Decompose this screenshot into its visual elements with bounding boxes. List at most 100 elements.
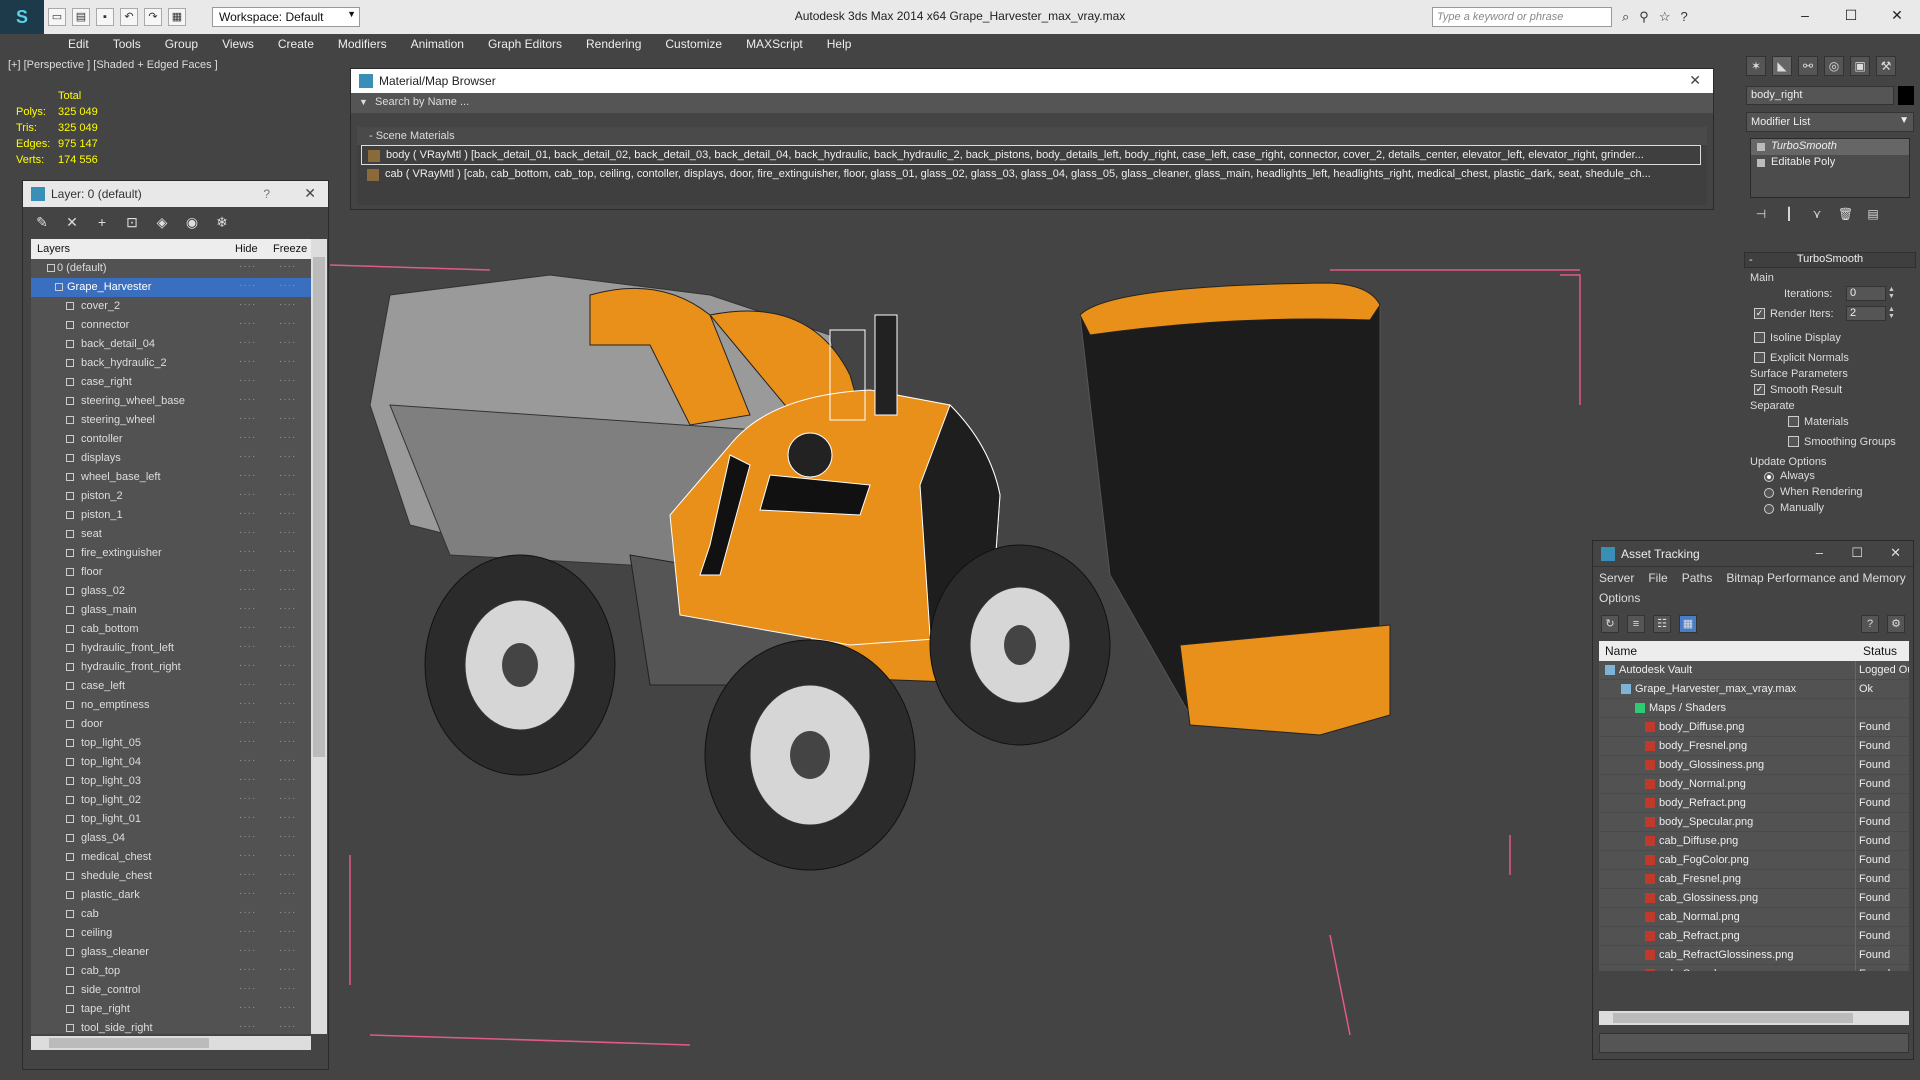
col-layers[interactable]: Layers [37,243,70,255]
hide-toggle[interactable]: ···· [239,470,256,481]
freeze-toggle[interactable]: ···· [279,926,296,937]
layer-row[interactable]: shedule_chest ···· ···· [31,867,311,886]
layer-row[interactable]: hydraulic_front_left ···· ···· [31,639,311,658]
freeze-toggle[interactable]: ···· [279,869,296,880]
layer-row[interactable]: glass_04 ···· ···· [31,829,311,848]
hide-toggle[interactable]: ···· [239,717,256,728]
remove-modifier-icon[interactable]: 🗑 [1838,207,1853,221]
freeze-toggle[interactable]: ···· [279,1021,296,1032]
freeze-toggle[interactable]: ···· [279,603,296,614]
freeze-toggle[interactable]: ···· [279,584,296,595]
when-rendering-radio[interactable] [1764,488,1774,498]
table-view-icon[interactable]: ▦ [1679,615,1697,633]
freeze-toggle[interactable]: ···· [279,394,296,405]
menu-create[interactable]: Create [266,34,326,56]
hide-toggle[interactable]: ···· [239,432,256,443]
object-color-swatch[interactable] [1898,86,1914,105]
layer-row[interactable]: hydraulic_front_right ···· ···· [31,658,311,677]
layer-scrollbar[interactable] [311,239,327,1034]
close-icon[interactable]: ✕ [1874,0,1920,30]
menu-customize[interactable]: Customize [653,34,734,56]
layer-row[interactable]: glass_cleaner ···· ···· [31,943,311,962]
layer-row[interactable]: piston_2 ···· ···· [31,487,311,506]
app-logo-icon[interactable]: S [0,0,44,34]
col-hide[interactable]: Hide [235,243,258,255]
close-icon[interactable]: ✕ [1689,72,1701,89]
always-radio[interactable] [1764,472,1774,482]
freeze-toggle[interactable]: ···· [279,698,296,709]
freeze-toggle[interactable]: ···· [279,318,296,329]
hide-toggle[interactable]: ···· [239,755,256,766]
asset-hscrollbar[interactable] [1599,1011,1909,1025]
layer-row[interactable]: side_control ···· ···· [31,981,311,1000]
layer-row[interactable]: top_light_04 ···· ···· [31,753,311,772]
hide-toggle[interactable]: ···· [239,736,256,747]
menu-views[interactable]: Views [210,34,266,56]
asset-row[interactable]: body_Refract.png Found [1599,794,1909,813]
hide-toggle[interactable]: ···· [239,299,256,310]
spinner-arrows-icon[interactable]: ▲ ▼ [1888,306,1895,320]
hide-toggle[interactable]: ···· [239,660,256,671]
material-search-input[interactable]: ▼ Search by Name ... [351,93,1713,113]
layer-row[interactable]: tape_right ···· ···· [31,1000,311,1019]
maximize-icon[interactable]: ☐ [1828,0,1874,30]
object-name-field[interactable]: body_right [1746,86,1894,105]
layer-row[interactable]: no_emptiness ···· ···· [31,696,311,715]
menu-rendering[interactable]: Rendering [574,34,653,56]
layer-row[interactable]: back_hydraulic_2 ···· ···· [31,354,311,373]
asset-row[interactable]: cab_Fresnel.png Found [1599,870,1909,889]
star-icon[interactable]: ☆ [1659,9,1671,25]
asset-row[interactable]: cab_Refract.png Found [1599,927,1909,946]
asset-row[interactable]: cab_Glossiness.png Found [1599,889,1909,908]
hide-toggle[interactable]: ···· [239,983,256,994]
layer-row[interactable]: contoller ···· ···· [31,430,311,449]
hide-toggle[interactable]: ···· [239,679,256,690]
freeze-toggle[interactable]: ···· [279,299,296,310]
save-file-icon[interactable]: ▪ [96,8,114,26]
make-unique-icon[interactable]: ⋎ [1810,207,1824,221]
binoculars-icon[interactable]: ⌕ [1622,9,1629,25]
layer-row[interactable]: cab_top ···· ···· [31,962,311,981]
detail-view-icon[interactable]: ☷ [1653,615,1671,633]
hide-toggle[interactable]: ···· [239,356,256,367]
freeze-toggle[interactable]: ···· [279,356,296,367]
freeze-toggle[interactable]: ···· [279,470,296,481]
freeze-toggle[interactable]: ···· [279,983,296,994]
viewport-label[interactable]: [+] [Perspective ] [Shaded + Edged Faces… [8,59,218,71]
asset-tracking-header[interactable]: Asset Tracking – ☐ ✕ [1593,541,1913,567]
select-objects-icon[interactable]: ⊡ [123,213,141,231]
hide-toggle[interactable]: ···· [239,774,256,785]
freeze-toggle[interactable]: ···· [279,679,296,690]
freeze-toggle[interactable]: ···· [279,1002,296,1013]
add-to-layer-icon[interactable]: + [93,213,111,231]
hierarchy-tab-icon[interactable]: ⚯ [1798,56,1818,76]
menu-help[interactable]: Help [815,34,864,56]
col-name[interactable]: Name [1605,644,1637,658]
freeze-toggle[interactable]: ···· [279,641,296,652]
hide-toggle[interactable]: ···· [239,413,256,424]
isoline-checkbox[interactable] [1754,332,1765,343]
undo-icon[interactable]: ↶ [120,8,138,26]
asset-menu-server[interactable]: Server [1599,571,1634,589]
freeze-toggle[interactable]: ···· [279,527,296,538]
help-icon[interactable]: ? [263,187,270,201]
material-browser-header[interactable]: Material/Map Browser ✕ [351,69,1713,93]
layer-row[interactable]: top_light_02 ···· ···· [31,791,311,810]
harvester-model-viewport[interactable] [330,255,1600,1055]
freeze-toggle[interactable]: ···· [279,451,296,462]
freeze-toggle[interactable]: ···· [279,508,296,519]
asset-row[interactable]: body_Diffuse.png Found [1599,718,1909,737]
layer-row[interactable]: top_light_03 ···· ···· [31,772,311,791]
layer-row[interactable]: wheel_base_left ···· ···· [31,468,311,487]
freeze-all-icon[interactable]: ❄ [213,213,231,231]
hide-toggle[interactable]: ···· [239,584,256,595]
asset-row[interactable]: cab_Normal.png Found [1599,908,1909,927]
stack-item-editable-poly[interactable]: Editable Poly [1751,155,1909,171]
hide-toggle[interactable]: ···· [239,565,256,576]
asset-row[interactable]: body_Normal.png Found [1599,775,1909,794]
pin-stack-icon[interactable]: ⊣ [1754,207,1768,221]
layer-row[interactable]: plastic_dark ···· ···· [31,886,311,905]
hide-toggle[interactable]: ···· [239,318,256,329]
menu-animation[interactable]: Animation [399,34,476,56]
asset-row[interactable]: cab_FogColor.png Found [1599,851,1909,870]
